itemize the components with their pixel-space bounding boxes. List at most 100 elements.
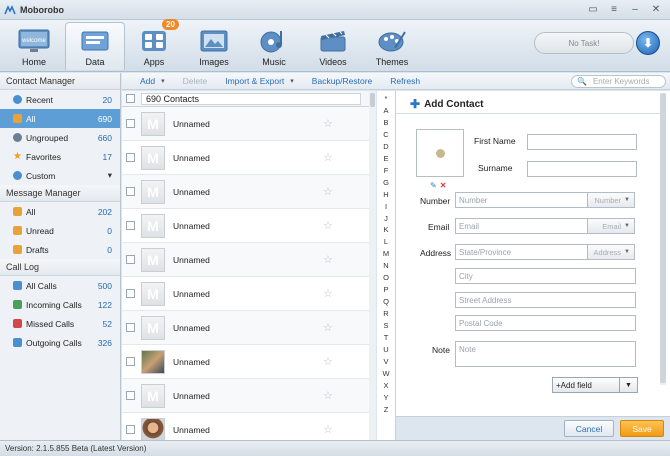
delete-button[interactable]: Delete — [183, 76, 208, 86]
favorite-star-icon[interactable]: ☆ — [323, 185, 333, 198]
row-checkbox[interactable] — [126, 425, 135, 434]
alphabet-letter[interactable]: Q — [383, 296, 389, 308]
save-button[interactable]: Save — [620, 420, 664, 437]
city-field[interactable]: City — [455, 268, 636, 284]
alphabet-letter[interactable]: K — [383, 224, 388, 236]
alphabet-letter[interactable]: S — [383, 320, 388, 332]
nav-images[interactable]: Images — [184, 22, 244, 70]
alphabet-letter[interactable]: O — [383, 272, 389, 284]
alphabet-letter[interactable]: T — [384, 332, 389, 344]
contact-photo[interactable] — [416, 129, 464, 177]
contact-row[interactable]: M Unnamed ☆ — [122, 107, 369, 141]
favorite-star-icon[interactable]: ☆ — [323, 287, 333, 300]
contact-row[interactable]: Unnamed ☆ — [122, 413, 369, 440]
chevron-down-icon[interactable]: ▾ — [108, 170, 112, 181]
alphabet-letter[interactable]: N — [383, 260, 388, 272]
sidebar-item-ungrouped[interactable]: Ungrouped 660 — [0, 128, 120, 147]
add-dropdown-icon[interactable]: ▾ — [161, 77, 165, 85]
download-icon[interactable]: ⬇ — [636, 31, 660, 55]
sidebar-item-incoming-calls[interactable]: Incoming Calls 122 — [0, 295, 120, 314]
sidebar-item-favorites[interactable]: ★ Favorites 17 — [0, 147, 120, 166]
chevron-down-icon[interactable]: ▼ — [619, 378, 637, 392]
surname-field[interactable] — [527, 161, 637, 177]
postal-code-field[interactable]: Postal Code — [455, 315, 636, 331]
row-checkbox[interactable] — [126, 357, 135, 366]
alphabet-letter[interactable]: P — [383, 284, 388, 296]
contact-row[interactable]: M Unnamed ☆ — [122, 277, 369, 311]
sidebar-item-outgoing-calls[interactable]: Outgoing Calls 326 — [0, 333, 120, 352]
nav-videos[interactable]: Videos — [303, 22, 363, 70]
refresh-button[interactable]: Refresh — [390, 76, 420, 86]
sidebar-item-recent[interactable]: Recent 20 — [0, 90, 120, 109]
alphabet-letter[interactable]: H — [383, 189, 388, 201]
alphabet-letter[interactable]: E — [383, 153, 388, 165]
cancel-button[interactable]: Cancel — [564, 420, 614, 437]
task-status[interactable]: No Task! — [534, 32, 634, 54]
close-icon[interactable]: ✕ — [650, 3, 662, 15]
nav-themes[interactable]: Themes — [362, 22, 422, 70]
email-field[interactable]: Email — [455, 218, 588, 234]
alphabet-letter[interactable]: U — [383, 344, 388, 356]
row-checkbox[interactable] — [126, 289, 135, 298]
alphabet-letter[interactable]: D — [383, 141, 388, 153]
alphabet-letter[interactable]: C — [383, 129, 388, 141]
select-all-checkbox[interactable] — [126, 94, 135, 103]
street-address-field[interactable]: Street Address — [455, 292, 636, 308]
sidebar-item-custom[interactable]: Custom ▾ — [0, 166, 120, 185]
add-button[interactable]: Add — [140, 76, 155, 86]
row-checkbox[interactable] — [126, 119, 135, 128]
number-field[interactable]: Number — [455, 192, 588, 208]
alphabet-letter[interactable]: A — [383, 105, 388, 117]
alphabet-letter[interactable]: R — [383, 308, 388, 320]
favorite-star-icon[interactable]: ☆ — [323, 423, 333, 436]
row-checkbox[interactable] — [126, 255, 135, 264]
email-type-select[interactable]: Email ▼ — [588, 218, 635, 234]
number-type-select[interactable]: Number ▼ — [588, 192, 635, 208]
alphabet-letter[interactable]: B — [383, 117, 388, 129]
contact-row[interactable]: M Unnamed ☆ — [122, 243, 369, 277]
search-input[interactable]: 🔍 Enter Keywords — [571, 75, 666, 88]
sidebar-item-unread[interactable]: Unread 0 — [0, 221, 120, 240]
sidebar-item-all-contacts[interactable]: All 690 — [0, 109, 120, 128]
favorite-star-icon[interactable]: ☆ — [323, 219, 333, 232]
alphabet-letter[interactable]: * — [385, 93, 388, 105]
minimize-icon[interactable]: – — [629, 3, 641, 15]
import-export-button[interactable]: Import & Export — [225, 76, 284, 86]
delete-icon[interactable]: ✕ — [440, 181, 447, 190]
chat-icon[interactable]: ▭ — [587, 3, 599, 15]
contact-list-scrollbar[interactable] — [369, 91, 376, 440]
row-checkbox[interactable] — [126, 391, 135, 400]
nav-apps[interactable]: 20 Apps — [124, 19, 184, 70]
favorite-star-icon[interactable]: ☆ — [323, 253, 333, 266]
contact-row[interactable]: M Unnamed ☆ — [122, 379, 369, 413]
row-checkbox[interactable] — [126, 187, 135, 196]
favorite-star-icon[interactable]: ☆ — [323, 151, 333, 164]
pencil-icon[interactable]: ✎ — [430, 181, 437, 190]
alphabet-letter[interactable]: M — [383, 248, 389, 260]
alphabet-letter[interactable]: L — [384, 236, 388, 248]
add-field-button[interactable]: +Add field ▼ — [552, 377, 638, 393]
contact-row[interactable]: M Unnamed ☆ — [122, 141, 369, 175]
alphabet-letter[interactable]: G — [383, 177, 389, 189]
contact-row[interactable]: M Unnamed ☆ — [122, 209, 369, 243]
sidebar-item-missed-calls[interactable]: Missed Calls 52 — [0, 314, 120, 333]
menu-icon[interactable]: ≡ — [608, 3, 620, 15]
backup-restore-button[interactable]: Backup/Restore — [312, 76, 372, 86]
alphabet-letter[interactable]: Z — [384, 404, 389, 416]
scroll-thumb[interactable] — [660, 93, 666, 383]
scroll-thumb[interactable] — [370, 93, 375, 107]
alphabet-letter[interactable]: F — [384, 165, 389, 177]
contact-row[interactable]: Unnamed ☆ — [122, 345, 369, 379]
alphabet-letter[interactable]: V — [383, 356, 388, 368]
favorite-star-icon[interactable]: ☆ — [323, 355, 333, 368]
sidebar-item-drafts[interactable]: Drafts 0 — [0, 240, 120, 259]
address-type-select[interactable]: Address ▼ — [588, 244, 635, 260]
nav-music[interactable]: Music — [244, 22, 304, 70]
nav-data[interactable]: Data — [65, 22, 125, 70]
favorite-star-icon[interactable]: ☆ — [323, 321, 333, 334]
favorite-star-icon[interactable]: ☆ — [323, 389, 333, 402]
contact-row[interactable]: M Unnamed ☆ — [122, 311, 369, 345]
sidebar-item-all-messages[interactable]: All 202 — [0, 202, 120, 221]
panel-scrollbar[interactable] — [660, 93, 666, 385]
nav-home[interactable]: welcome Home — [4, 22, 64, 70]
